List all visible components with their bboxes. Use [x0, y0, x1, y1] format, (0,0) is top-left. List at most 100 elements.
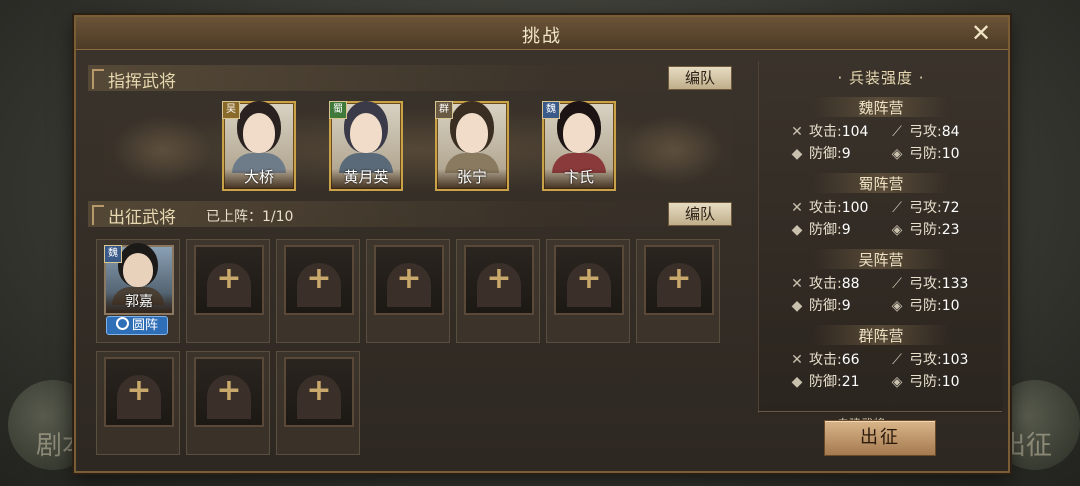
stat-label: 防御: [809, 374, 842, 390]
stat-value: 23 [941, 222, 960, 238]
commander-card-zhangning[interactable]: 群 张宁 [435, 101, 509, 191]
commander-card-daqiao[interactable]: 吴 大桥 [222, 101, 296, 191]
empty-slot-button[interactable]: + [104, 357, 174, 427]
shield-icon: ◆ [791, 298, 803, 314]
stat-value: 10 [941, 298, 960, 314]
march-button[interactable]: 出征 [824, 420, 936, 456]
stat-bow-defense: ◈ 弓防:10 [889, 143, 960, 163]
close-icon[interactable]: ✕ [968, 20, 994, 46]
commander-card-huangyueying[interactable]: 蜀 黄月英 [329, 101, 403, 191]
stat-value: 104 [841, 124, 869, 140]
stat-bow-attack: ⟋ 弓攻:72 [889, 197, 960, 217]
stat-attack: ✕ 攻击:100 [789, 197, 868, 217]
strength-panel: · 兵装强度 · 魏阵营 ✕ 攻击:104 ⟋ 弓攻:84 ◆ 防御:9 ◈ 弓防:10… [758, 61, 1003, 421]
stat-defense: ◆ 防御:9 [789, 143, 851, 163]
plus-icon: + [216, 373, 242, 408]
crossed-swords-icon: ✕ [791, 352, 803, 368]
deploy-slot: + [546, 239, 630, 343]
stat-value: 10 [941, 146, 960, 162]
crossed-swords-icon: ✕ [791, 276, 803, 292]
stat-label: 弓攻: [909, 200, 942, 216]
empty-slot-button[interactable]: + [284, 245, 354, 315]
stat-label: 防御: [809, 298, 842, 314]
stat-attack: ✕ 攻击:66 [789, 349, 859, 369]
plus-icon: + [666, 261, 692, 296]
stat-bow-attack: ⟋ 弓攻:133 [889, 273, 968, 293]
commander-name: 卞氏 [563, 168, 594, 186]
stat-bow-attack: ⟋ 弓攻:103 [889, 349, 968, 369]
section-ornament-icon [92, 69, 104, 89]
plus-icon: + [306, 373, 332, 408]
empty-slot-button[interactable]: + [374, 245, 444, 315]
stat-bow-attack: ⟋ 弓攻:84 [889, 121, 959, 141]
formation-tag[interactable]: 圆阵 [106, 316, 168, 335]
stat-bow-defense: ◈ 弓防:23 [889, 219, 960, 239]
deploy-slot: + [276, 239, 360, 343]
general-name: 郭嘉 [125, 294, 153, 310]
stat-value: 9 [841, 222, 851, 238]
stat-label: 弓防: [909, 146, 942, 162]
plus-icon: + [486, 261, 512, 296]
faction-badge: 魏 [104, 245, 122, 263]
deploy-section-title: 出征武将 [108, 208, 176, 228]
stat-label: 弓防: [909, 374, 942, 390]
empty-slot-button[interactable]: + [194, 357, 264, 427]
camp-header-wu: 吴阵营 [813, 249, 949, 269]
plus-icon: + [216, 261, 242, 296]
empty-slot-button[interactable]: + [284, 357, 354, 427]
stat-label: 弓防: [909, 298, 942, 314]
deploy-formation-button[interactable]: 编队 [668, 202, 732, 226]
stat-attack: ✕ 攻击:88 [789, 273, 860, 293]
empty-slot-button[interactable]: + [554, 245, 624, 315]
commander-card-bianshi[interactable]: 魏 卞氏 [542, 101, 616, 191]
plus-icon: + [396, 261, 422, 296]
dialog-title: 挑战 [522, 26, 562, 47]
panel-divider [758, 411, 1002, 412]
stat-value: 10 [941, 374, 960, 390]
empty-slot-button[interactable]: + [464, 245, 534, 315]
commander-name: 黄月英 [343, 168, 389, 186]
strength-title: · 兵装强度 · [837, 69, 925, 87]
stat-label: 攻击: [809, 200, 842, 216]
stat-value: 72 [941, 200, 960, 216]
faction-badge: 魏 [542, 101, 560, 119]
formation-label: 圆阵 [131, 318, 158, 333]
section-ornament-icon [92, 205, 104, 225]
commander-formation-button[interactable]: 编队 [668, 66, 732, 90]
faction-badge: 蜀 [329, 101, 347, 119]
stat-value: 88 [841, 276, 860, 292]
general-card-guojia[interactable]: 魏 郭嘉 [104, 245, 174, 315]
commander-name: 大桥 [243, 168, 274, 186]
deploy-slot: + [96, 351, 180, 455]
portrait-icon [563, 113, 595, 153]
stat-label: 弓攻: [909, 352, 942, 368]
shield-icon: ◆ [791, 222, 803, 238]
shield-icon: ◆ [791, 374, 803, 390]
camp-header-shu: 蜀阵营 [813, 173, 949, 193]
portrait-icon [456, 113, 488, 153]
faction-badge: 群 [435, 101, 453, 119]
circle-formation-icon [115, 317, 129, 330]
empty-slot-button[interactable]: + [194, 245, 264, 315]
bow-icon: ⟋ [892, 276, 902, 292]
stat-value: 9 [841, 146, 851, 162]
arrow-shield-icon: ◈ [891, 374, 903, 390]
plus-icon: + [126, 373, 152, 408]
plus-icon: + [306, 261, 332, 296]
stat-label: 弓攻: [909, 276, 942, 292]
arrow-shield-icon: ◈ [891, 298, 903, 314]
faction-badge: 吴 [222, 101, 240, 119]
commander-band [104, 109, 732, 191]
dragon-left-icon [112, 115, 212, 185]
bow-icon: ⟋ [892, 124, 902, 140]
empty-slot-button[interactable]: + [644, 245, 714, 315]
dialog-titlebar: 挑战 ✕ [76, 17, 1008, 50]
commander-section-header: 指挥武将 [88, 65, 738, 92]
dragon-right-icon [624, 115, 724, 185]
stat-label: 攻击: [809, 276, 842, 292]
shield-icon: ◆ [791, 146, 803, 162]
stat-defense: ◆ 防御:9 [789, 219, 851, 239]
stat-label: 弓攻: [909, 124, 942, 140]
challenge-dialog: 挑战 ✕ 指挥武将 编队 吴 大桥 蜀 黄月英 群 张宁 魏 卞氏 出征武将 已… [74, 15, 1010, 473]
stat-label: 弓防: [909, 222, 942, 238]
